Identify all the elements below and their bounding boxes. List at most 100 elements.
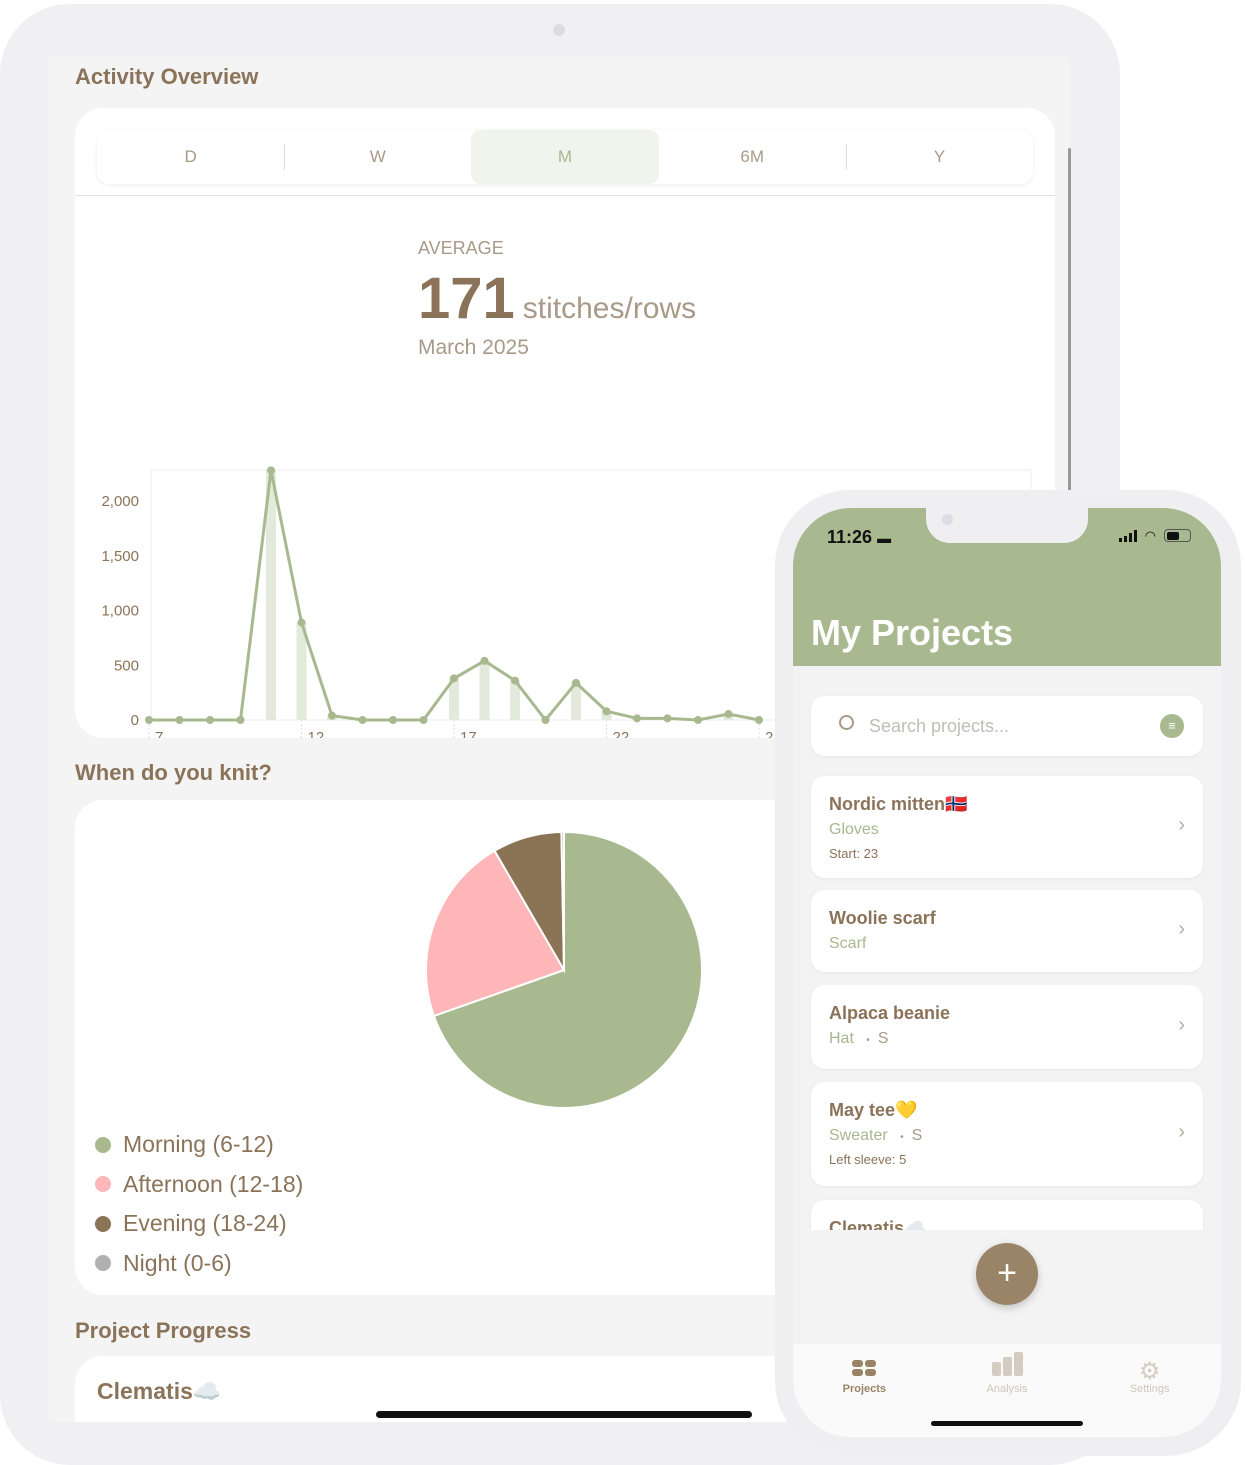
data-point xyxy=(572,678,580,687)
data-point xyxy=(206,716,214,724)
gear-icon: ⚙ xyxy=(1138,1358,1161,1385)
grid-icon xyxy=(852,1352,877,1376)
data-point xyxy=(541,716,550,724)
chevron-right-icon: › xyxy=(1178,1014,1185,1036)
home-indicator xyxy=(376,1411,752,1418)
range-tab-d[interactable]: D xyxy=(97,130,284,184)
y-tick-label: 1,500 xyxy=(101,548,139,565)
divider xyxy=(75,195,1055,196)
data-point xyxy=(511,676,519,685)
average-unit: stitches/rows xyxy=(522,292,697,325)
project-card[interactable]: May tee💛 Sweater • S Left sleeve: 5 › xyxy=(811,1082,1203,1186)
x-tick-label: 12 xyxy=(308,729,325,738)
data-point xyxy=(328,711,336,720)
range-tab-y[interactable]: Y xyxy=(845,130,1033,184)
data-point xyxy=(694,716,702,724)
notch xyxy=(926,508,1088,543)
legend-dot xyxy=(95,1215,111,1232)
data-point xyxy=(267,466,275,475)
pie-legend: Morning (6-12) Afternoon (12-18) Evening… xyxy=(95,1125,303,1283)
progress-title: Project Progress xyxy=(75,1318,252,1343)
when-title: When do you knit? xyxy=(75,760,272,785)
separator: • xyxy=(900,1132,904,1143)
search-bar[interactable]: Search projects... ≡ xyxy=(811,696,1203,756)
chevron-right-icon: › xyxy=(1178,1121,1185,1143)
data-point xyxy=(297,618,306,627)
project-name: May tee💛 xyxy=(829,1100,918,1120)
project-card[interactable]: Nordic mitten🇳🇴 Gloves Start: 23 › xyxy=(811,776,1203,878)
wifi-icon: ◠ xyxy=(1144,528,1156,543)
bar xyxy=(479,660,490,720)
filter-icon[interactable]: ≡ xyxy=(1160,714,1184,738)
project-name: Alpaca beanie xyxy=(829,1003,951,1023)
legend-dot xyxy=(95,1255,111,1272)
search-icon xyxy=(839,715,854,730)
activity-title: Activity Overview xyxy=(75,64,259,89)
legend-dot xyxy=(95,1136,111,1153)
x-tick-label: 7 xyxy=(155,729,163,738)
camera xyxy=(553,24,565,36)
project-name: Woolie scarf xyxy=(829,908,936,928)
legend-night: Night (0-6) xyxy=(95,1244,303,1284)
x-tick-label: 2 xyxy=(765,729,773,738)
data-point xyxy=(663,714,672,723)
data-point xyxy=(175,716,184,724)
data-point xyxy=(755,716,763,724)
y-tick-label: 0 xyxy=(131,712,139,729)
project-progress: Left sleeve: 5 xyxy=(829,1152,907,1167)
battery-icon xyxy=(1164,529,1191,542)
y-tick-label: 2,000 xyxy=(101,493,139,510)
project-type: Sweater • S xyxy=(829,1127,923,1144)
phone-frame: 11:26 ▬ ◠ My Projects Search projects...… xyxy=(775,490,1241,1456)
period-label: March 2025 xyxy=(418,336,529,359)
chevron-right-icon: › xyxy=(1178,814,1185,836)
project-progress: Start: 23 xyxy=(829,846,879,861)
average-block: AVERAGE 171 stitches/rows March 2025 xyxy=(418,238,696,360)
data-point xyxy=(724,709,733,718)
data-point xyxy=(145,716,153,724)
x-tick-label: 22 xyxy=(613,729,630,738)
y-tick-label: 1,000 xyxy=(101,603,139,620)
home-indicator xyxy=(931,1421,1083,1426)
add-project-button[interactable]: + xyxy=(976,1243,1038,1305)
chevron-right-icon: › xyxy=(1178,918,1185,940)
data-point xyxy=(602,707,611,716)
header: 11:26 ▬ ◠ My Projects xyxy=(793,508,1221,666)
project-size: S xyxy=(877,1030,889,1047)
project-name: Nordic mitten🇳🇴 xyxy=(829,794,968,814)
project-type: Gloves xyxy=(829,821,879,838)
tab-settings[interactable]: ⚙ Settings xyxy=(1078,1344,1221,1437)
tab-projects[interactable]: Projects xyxy=(793,1344,936,1437)
separator: • xyxy=(866,1035,870,1046)
range-segmented-control: D W M 6M Y xyxy=(97,130,1033,184)
legend-afternoon: Afternoon (12-18) xyxy=(95,1165,303,1205)
project-type: Hat • S xyxy=(829,1030,889,1047)
phone-screen: 11:26 ▬ ◠ My Projects Search projects...… xyxy=(793,508,1221,1437)
data-point xyxy=(419,716,428,724)
average-value: 171 xyxy=(418,266,515,331)
project-card[interactable]: Alpaca beanie Hat • S › xyxy=(811,985,1203,1069)
signal-icon xyxy=(1118,530,1137,542)
legend-evening: Evening (18-24) xyxy=(95,1204,303,1244)
range-tab-m[interactable]: M xyxy=(471,130,659,184)
data-point xyxy=(480,656,489,665)
data-point xyxy=(236,716,245,724)
range-tab-w[interactable]: W xyxy=(284,130,471,184)
progress-project-name: Clematis☁️ xyxy=(97,1378,222,1404)
data-point xyxy=(633,714,641,723)
y-tick-label: 500 xyxy=(114,657,139,674)
scrollbar[interactable] xyxy=(1068,148,1071,493)
project-card[interactable]: Woolie scarf Scarf › xyxy=(811,890,1203,972)
project-type: Scarf xyxy=(829,935,867,952)
x-tick-label: 17 xyxy=(460,729,477,738)
legend-morning: Morning (6-12) xyxy=(95,1125,303,1165)
data-point xyxy=(358,716,367,724)
project-size: S xyxy=(911,1127,923,1144)
bed-icon: ▬ xyxy=(877,530,892,546)
page-title: My Projects xyxy=(811,612,1014,653)
search-input[interactable]: Search projects... xyxy=(869,716,1009,737)
bar-chart-icon xyxy=(936,1352,1079,1376)
range-tab-6m[interactable]: 6M xyxy=(659,130,846,184)
status-time: 11:26 xyxy=(827,527,873,547)
legend-dot xyxy=(95,1176,111,1193)
